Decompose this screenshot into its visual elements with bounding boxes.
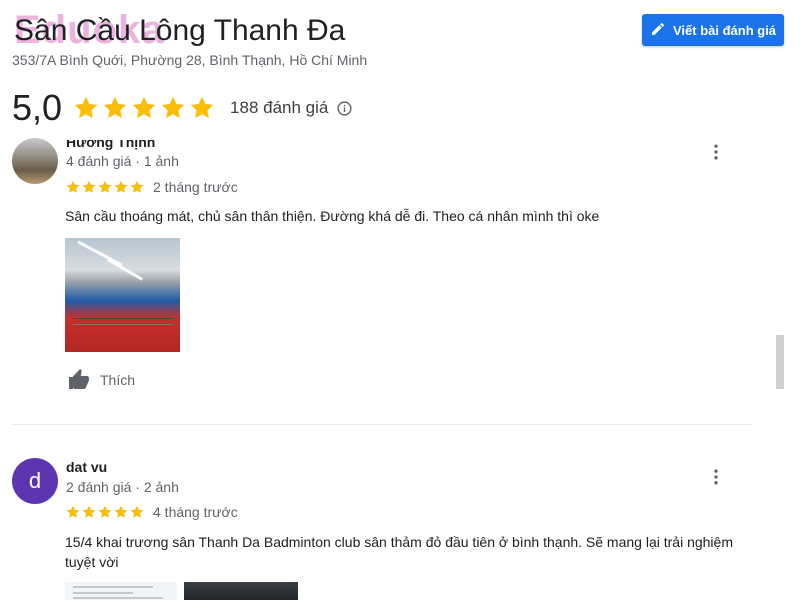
review-count[interactable]: 188 đánh giá	[230, 98, 328, 118]
star-icon	[103, 96, 127, 119]
star-icon	[114, 180, 128, 193]
star-icon	[114, 505, 128, 518]
rating-stars	[72, 94, 216, 122]
place-header: Sân Cầu Lông Thanh Đa 353/7A Bình Quới, …	[0, 0, 800, 130]
thumbs-up-icon	[69, 369, 89, 389]
like-button[interactable]: Thích	[66, 368, 135, 392]
avatar[interactable]: d	[12, 458, 58, 504]
reviewer-meta: 4 đánh giá · 1 ảnh	[66, 153, 179, 169]
review-text: 15/4 khai trương sân Thanh Da Badminton …	[65, 534, 733, 570]
like-label: Thích	[100, 372, 136, 388]
star-icon	[98, 180, 112, 193]
star-icon	[98, 505, 112, 518]
review-stars: 4 tháng trước	[65, 504, 238, 520]
star-icon	[66, 505, 80, 518]
review-photo[interactable]	[65, 238, 180, 352]
star-icon	[132, 96, 156, 119]
more-vertical-icon[interactable]	[706, 467, 726, 487]
review-photo[interactable]	[65, 582, 177, 600]
star-icon	[130, 505, 144, 518]
rating-value: 5,0	[12, 87, 63, 128]
pencil-icon	[650, 21, 666, 40]
star-icon	[66, 180, 80, 193]
reviews-list: Hương Thịnh 4 đánh giá · 1 ảnh 2 tháng t…	[0, 130, 800, 600]
scrollbar-thumb[interactable]	[776, 335, 784, 389]
review-time: 2 tháng trước	[153, 179, 238, 195]
place-address: 353/7A Bình Quới, Phường 28, Bình Thạnh,…	[12, 52, 368, 68]
info-icon[interactable]	[336, 100, 353, 117]
review-stars: 2 tháng trước	[65, 179, 238, 195]
star-icon	[161, 96, 185, 119]
place-title: Sân Cầu Lông Thanh Đa	[14, 14, 346, 47]
star-icon	[82, 180, 96, 193]
rating-summary: 5,0 188 đánh giá	[12, 86, 353, 130]
star-icon	[130, 180, 144, 193]
review-text: Sân cầu thoáng mát, chủ sân thân thiện. …	[65, 208, 600, 224]
review-photo[interactable]	[184, 582, 298, 600]
write-review-button[interactable]: Viết bài đánh giá	[642, 14, 784, 46]
review-divider	[12, 424, 752, 425]
reviewer-name[interactable]: dat vu	[66, 459, 107, 475]
avatar[interactable]	[12, 138, 58, 184]
review-time: 4 tháng trước	[153, 504, 238, 520]
star-icon	[82, 505, 96, 518]
more-vertical-icon[interactable]	[706, 142, 726, 162]
star-icon	[74, 96, 98, 119]
star-icon	[190, 96, 214, 119]
write-review-label: Viết bài đánh giá	[672, 22, 777, 38]
reviewer-name[interactable]: Hương Thịnh	[66, 140, 155, 150]
reviewer-meta: 2 đánh giá · 2 ảnh	[66, 479, 179, 495]
